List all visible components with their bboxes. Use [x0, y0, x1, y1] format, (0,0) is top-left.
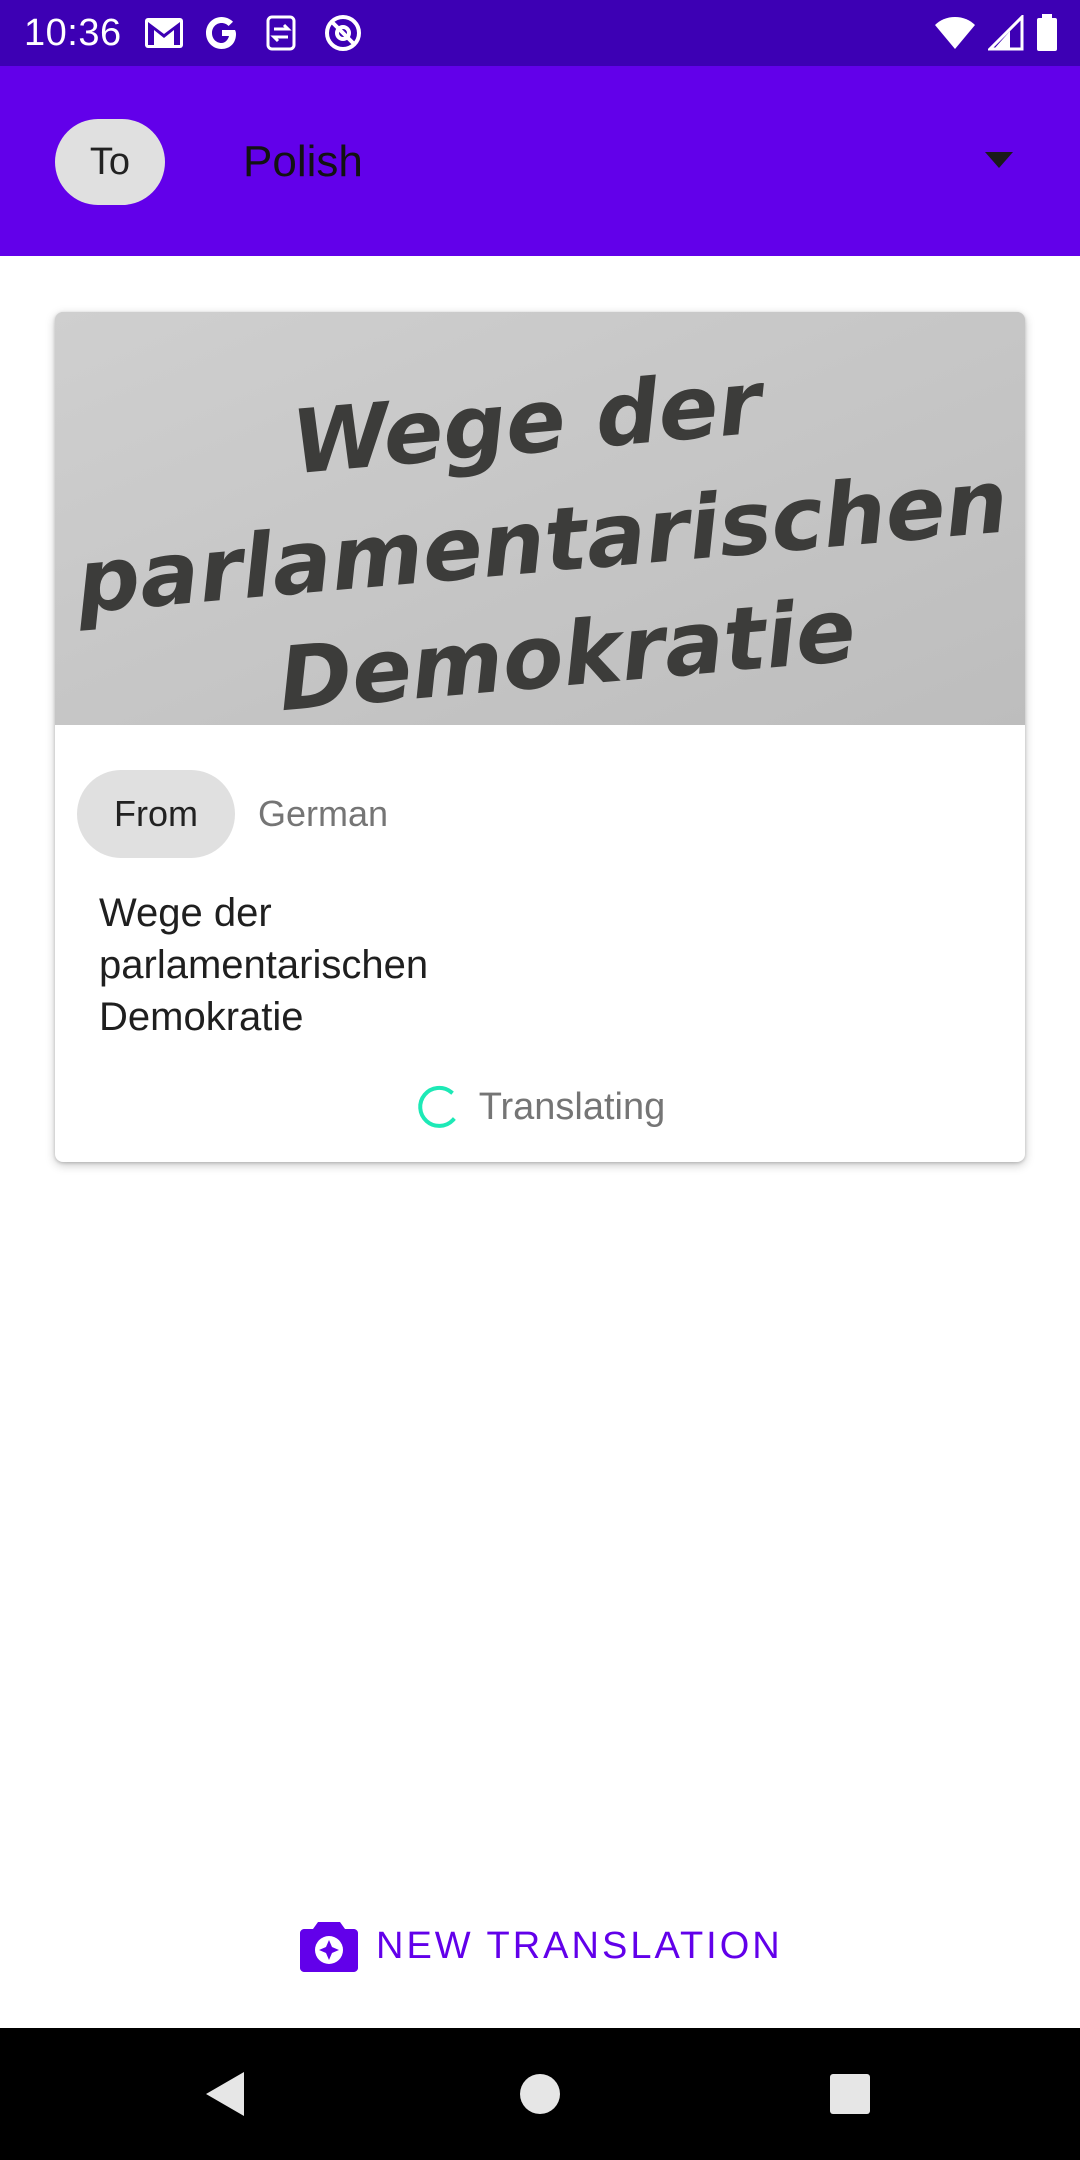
- status-bar: 10:36: [0, 0, 1080, 66]
- target-language-dropdown[interactable]: Polish: [243, 119, 1033, 205]
- translation-status: Translating: [55, 1072, 1025, 1142]
- camera-icon: [300, 1922, 358, 1972]
- sync-icon: [264, 12, 312, 54]
- system-icons: [922, 10, 1058, 56]
- home-icon[interactable]: [520, 2074, 560, 2114]
- arrow-drop-down-icon: [985, 152, 1013, 168]
- source-language: German: [258, 793, 389, 834]
- translating-label: Translating: [478, 1085, 666, 1128]
- gmail-icon: [144, 12, 192, 54]
- to-chip: To: [55, 119, 165, 205]
- recents-icon[interactable]: [830, 2074, 870, 2114]
- progress-spinner-icon: [417, 1085, 456, 1128]
- translation-card: Wege der parlamentarischen Demokratie Fr…: [55, 312, 1025, 1162]
- target-language-value: Polish: [243, 137, 363, 186]
- app-bar: To Polish: [0, 66, 1080, 256]
- cell-signal-icon: [988, 15, 1024, 51]
- new-translation-button[interactable]: NEW TRANSLATION: [300, 1906, 783, 1986]
- captured-photo: Wege der parlamentarischen Demokratie: [55, 312, 1025, 725]
- from-chip: From: [77, 770, 235, 858]
- battery-icon: [1036, 14, 1058, 52]
- source-text: Wege der parlamentarischen Demokratie: [99, 891, 429, 1039]
- system-nav-bar: [0, 2028, 1080, 2160]
- blocked-at-icon: [324, 12, 372, 54]
- new-translation-label: NEW TRANSLATION: [376, 1924, 783, 1967]
- main-content: Wege der parlamentarischen Demokratie Fr…: [0, 256, 1080, 2028]
- google-icon: [204, 12, 252, 54]
- back-icon[interactable]: [204, 2070, 248, 2118]
- notification-icons: [144, 12, 384, 54]
- wifi-icon: [934, 16, 976, 50]
- status-time: 10:36: [24, 12, 122, 54]
